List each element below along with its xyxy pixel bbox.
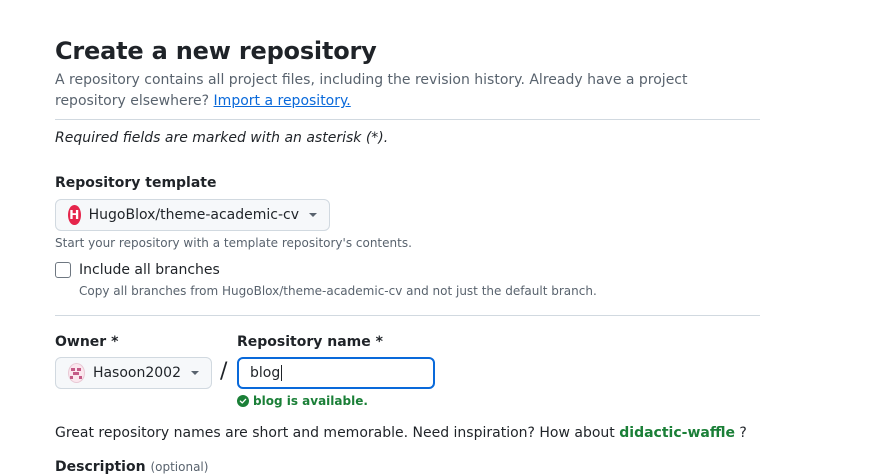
page-title: Create a new repository [55, 37, 377, 65]
text-cursor [281, 365, 283, 381]
owner-selected-value: Hasoon2002 [92, 365, 181, 381]
name-inspiration: Great repository names are short and mem… [55, 425, 747, 441]
page-description: A repository contains all project files,… [55, 70, 745, 112]
required-fields-note: Required fields are marked with an aster… [55, 130, 389, 146]
repository-name-label: Repository name * [237, 334, 383, 350]
include-all-branches-hint: Copy all branches from HugoBlox/theme-ac… [79, 284, 597, 298]
avatar-pattern-icon [70, 368, 83, 379]
page-description-text: A repository contains all project files,… [55, 72, 688, 109]
template-label: Repository template [55, 175, 217, 191]
template-selected-value: HugoBlox/theme-academic-cv [88, 207, 299, 223]
import-repository-link[interactable]: Import a repository. [214, 93, 351, 109]
owner-repo-separator: / [220, 359, 228, 384]
description-label-text: Description [55, 459, 146, 475]
divider-top [55, 119, 760, 120]
inspiration-text: Great repository names are short and mem… [55, 425, 615, 441]
include-all-branches-label[interactable]: Include all branches [79, 262, 220, 278]
owner-select-button[interactable]: Hasoon2002 [55, 357, 212, 389]
description-optional-tag: (optional) [150, 460, 209, 474]
divider-middle [55, 315, 760, 316]
triangle-down-icon [191, 371, 199, 375]
suggested-name-button[interactable]: didactic-waffle [619, 425, 735, 441]
include-all-branches-checkbox[interactable] [55, 262, 71, 278]
user-avatar-icon [68, 363, 85, 383]
check-circle-fill-icon [237, 395, 249, 407]
template-hint: Start your repository with a template re… [55, 236, 412, 250]
repository-name-value: blog [250, 365, 281, 381]
hugoblox-logo-icon: H [68, 205, 81, 225]
inspiration-suffix: ? [739, 425, 747, 441]
repository-name-input[interactable]: blog [237, 357, 435, 389]
triangle-down-icon [309, 213, 317, 217]
template-select-button[interactable]: H HugoBlox/theme-academic-cv [55, 199, 330, 231]
owner-label: Owner * [55, 334, 119, 350]
availability-text: blog is available. [253, 394, 368, 408]
description-label: Description (optional) [55, 459, 208, 475]
availability-status: blog is available. [237, 394, 368, 408]
